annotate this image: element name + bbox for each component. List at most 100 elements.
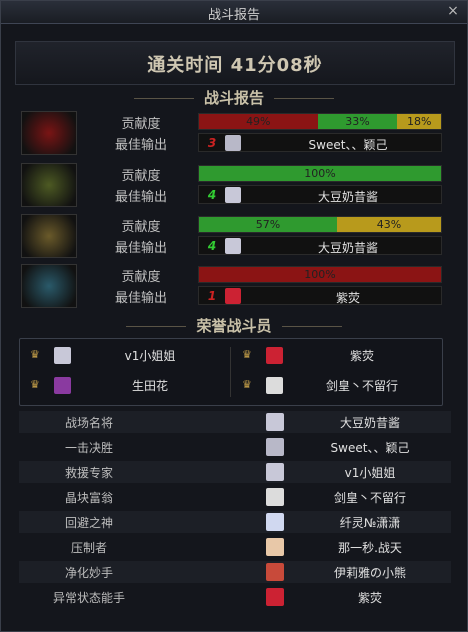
section-title-honor: 荣誉战斗员 — [1, 315, 467, 336]
crown-icon: ♛ — [242, 348, 252, 361]
honor-panel: ♛ v1小姐姐 ♛ 紫荧 ♛ 生田花 ♛ 剑皇丶不留行 — [19, 338, 443, 406]
player-avatar-icon — [54, 347, 71, 364]
player-avatar-icon — [266, 463, 284, 481]
honor-player-name: 生田花 — [131, 379, 168, 393]
contribution-segment: 43% — [336, 217, 441, 232]
contribution-segment: 49% — [199, 114, 318, 129]
award-player-name: v1小姐姐 — [344, 466, 396, 480]
player-row: 贡献度最佳输出 57% 43% 4 大豆奶昔酱 — [21, 214, 443, 258]
contribution-segment: 33% — [317, 114, 398, 129]
close-icon[interactable]: × — [445, 3, 461, 19]
player-avatar-icon — [225, 238, 241, 254]
player-avatar-icon — [266, 513, 284, 531]
award-title: 压制者 — [70, 541, 107, 555]
player-avatar-icon — [225, 187, 241, 203]
player-avatar-icon — [54, 377, 71, 394]
best-output-field: 4 大豆奶昔酱 — [198, 236, 442, 255]
contribution-segment: 57% — [199, 217, 337, 232]
player-avatar-icon — [225, 135, 241, 151]
best-output-field: 3 Sweet、、颖己 — [198, 133, 442, 152]
class-avatar-icon — [21, 163, 77, 207]
player-avatar-icon — [266, 563, 284, 581]
best-output-label: 最佳输出 — [114, 190, 167, 205]
award-player-name: 紫荧 — [357, 591, 382, 605]
best-output-label: 最佳输出 — [114, 241, 167, 256]
award-title: 战场名将 — [64, 416, 113, 430]
rank-badge: 3 — [207, 136, 217, 150]
award-row: 异常状态能手 紫荧 — [19, 586, 451, 608]
contribution-bar: 57% 43% — [198, 216, 442, 233]
award-title: 救援专家 — [64, 466, 113, 480]
award-title: 净化妙手 — [64, 566, 113, 580]
award-player-name: 大豆奶昔酱 — [339, 416, 400, 430]
class-avatar-icon — [21, 214, 77, 258]
award-row: 净化妙手 伊莉雅の小熊 — [19, 561, 451, 583]
player-avatar-icon — [266, 377, 283, 394]
contribution-label: 贡献度 — [121, 169, 161, 184]
player-avatar-icon — [266, 538, 284, 556]
rank-badge: 4 — [207, 239, 217, 253]
honor-player[interactable]: ♛ v1小姐姐 — [26, 345, 226, 367]
contribution-bar: 49% 33% 18% — [198, 113, 442, 130]
award-title: 一击决胜 — [64, 441, 113, 455]
player-row: 贡献度最佳输出 100% 1 紫荧 — [21, 264, 443, 308]
award-row: 一击决胜 Sweet、、颖己 — [19, 436, 451, 458]
player-avatar-icon — [266, 413, 284, 431]
honor-player[interactable]: ♛ 剑皇丶不留行 — [238, 375, 438, 397]
best-output-player-name: 紫荧 — [335, 291, 360, 305]
contribution-label: 贡献度 — [121, 270, 161, 285]
award-player-name: 纤灵№潇潇 — [339, 516, 401, 530]
honor-player-name: v1小姐姐 — [124, 349, 176, 363]
contribution-segment: 100% — [199, 166, 441, 181]
award-player-name: Sweet、、颖己 — [330, 441, 410, 455]
honor-player-name: 紫荧 — [349, 349, 374, 363]
best-output-player-name: 大豆奶昔酱 — [317, 190, 378, 204]
player-row: 贡献度最佳输出 49% 33% 18% 3 Sweet、、颖己 — [21, 111, 443, 155]
contribution-label: 贡献度 — [121, 220, 161, 235]
award-player-name: 那一秒.战天 — [338, 541, 402, 555]
contribution-segment: 100% — [199, 267, 441, 282]
honor-player[interactable]: ♛ 紫荧 — [238, 345, 438, 367]
award-row: 救援专家 v1小姐姐 — [19, 461, 451, 483]
player-row: 贡献度最佳输出 100% 4 大豆奶昔酱 — [21, 163, 443, 207]
award-row: 压制者 那一秒.战天 — [19, 536, 451, 558]
best-output-label: 最佳输出 — [114, 291, 167, 306]
class-avatar-icon — [21, 111, 77, 155]
clear-time-banner: 通关时间 41分08秒 — [15, 41, 455, 85]
award-row: 回避之神 纤灵№潇潇 — [19, 511, 451, 533]
clear-time-text: 通关时间 41分08秒 — [147, 55, 323, 76]
crown-icon: ♛ — [30, 378, 40, 391]
best-output-field: 1 紫荧 — [198, 286, 442, 305]
best-output-field: 4 大豆奶昔酱 — [198, 185, 442, 204]
class-avatar-icon — [21, 264, 77, 308]
honor-player-name: 剑皇丶不留行 — [325, 379, 398, 393]
section-title-report: 战斗报告 — [1, 87, 467, 108]
best-output-player-name: 大豆奶昔酱 — [317, 241, 378, 255]
award-title: 回避之神 — [64, 516, 113, 530]
player-avatar-icon — [266, 588, 284, 606]
player-avatar-icon — [266, 488, 284, 506]
contribution-bar: 100% — [198, 266, 442, 283]
honor-divider — [230, 347, 231, 397]
player-avatar-icon — [225, 288, 241, 304]
contribution-label: 贡献度 — [121, 117, 161, 132]
crown-icon: ♛ — [242, 378, 252, 391]
battle-report-window: 战斗报告 × 通关时间 41分08秒 战斗报告 贡献度 最佳输出 49% 33% 18%… — [0, 0, 468, 632]
rank-badge: 4 — [207, 188, 217, 202]
title-bar[interactable]: 战斗报告 × — [1, 1, 467, 24]
best-output-player-name: Sweet、、颖己 — [308, 138, 388, 152]
window-title: 战斗报告 — [207, 8, 260, 23]
crown-icon: ♛ — [30, 348, 40, 361]
player-avatar-icon — [266, 438, 284, 456]
award-title: 异常状态能手 — [52, 591, 125, 605]
rank-badge: 1 — [207, 289, 217, 303]
contribution-bar: 100% — [198, 165, 442, 182]
honor-player[interactable]: ♛ 生田花 — [26, 375, 226, 397]
best-output-label: 最佳输出 — [114, 138, 167, 153]
award-player-name: 剑皇丶不留行 — [333, 491, 406, 505]
player-avatar-icon — [266, 347, 283, 364]
award-row: 晶块富翁 剑皇丶不留行 — [19, 486, 451, 508]
award-row: 战场名将 大豆奶昔酱 — [19, 411, 451, 433]
award-player-name: 伊莉雅の小熊 — [333, 566, 406, 580]
contribution-segment: 18% — [397, 114, 441, 129]
